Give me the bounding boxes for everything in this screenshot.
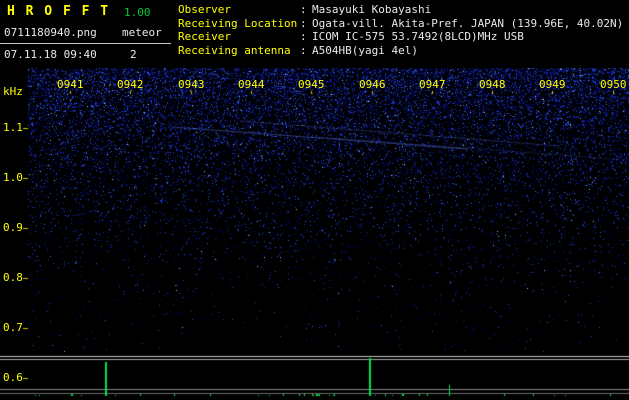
station-info: Observer: Masayuki Kobayashi Receiving Lo… xyxy=(178,3,623,57)
x-axis-tick-label: 0948 xyxy=(479,78,506,91)
info-row-receiver: Receiver: ICOM IC-575 53.7492(8LCD)MHz US… xyxy=(178,30,623,44)
info-colon: : xyxy=(300,43,307,57)
mode-label: meteor xyxy=(122,26,162,39)
info-value: Masayuki Kobayashi xyxy=(312,3,432,16)
info-label: Receiving Location xyxy=(178,16,298,30)
y-axis-unit-label: kHz xyxy=(3,85,23,98)
x-axis-tick-label: 0950 xyxy=(600,78,627,91)
x-axis-tick-label: 0943 xyxy=(178,78,205,91)
info-label: Observer xyxy=(178,3,231,16)
x-axis-tick-label: 0947 xyxy=(419,78,446,91)
info-row-antenna: Receiving antenna: A504HB(yagi 4el) xyxy=(178,44,623,58)
info-row-location: Receiving Location: Ogata-vill. Akita-Pre… xyxy=(178,17,623,31)
header-divider xyxy=(0,43,171,44)
x-axis-tick-label: 0942 xyxy=(117,78,144,91)
app-title: H R O F F T xyxy=(7,4,110,19)
datetime-label: 07.11.18 09:40 xyxy=(4,48,97,61)
x-axis-tick-label: 0946 xyxy=(359,78,386,91)
x-axis-tick-label: 0945 xyxy=(298,78,325,91)
info-colon: : xyxy=(300,30,307,43)
info-value: A504HB(yagi 4el) xyxy=(312,43,418,57)
header-bar: H R O F F T 1.00 0711180940.png meteor 0… xyxy=(0,0,629,68)
x-axis-tick-label: 0949 xyxy=(539,78,566,91)
y-axis-tick-label: 0.9 xyxy=(3,221,23,234)
info-row-observer: Observer: Masayuki Kobayashi xyxy=(178,3,623,17)
info-label: Receiving antenna xyxy=(178,43,291,57)
x-axis-tick-label: 0944 xyxy=(238,78,265,91)
output-filename: 0711180940.png xyxy=(4,26,97,39)
y-axis-tick-label: 0.8 xyxy=(3,271,23,284)
info-colon: : xyxy=(300,3,307,16)
info-value: Ogata-vill. Akita-Pref. JAPAN (139.96E, … xyxy=(312,16,624,30)
y-axis-tick-label: 0.6 xyxy=(3,371,23,384)
app-version: 1.00 xyxy=(124,6,151,19)
y-axis-tick-label: 1.1 xyxy=(3,121,23,134)
info-value: ICOM IC-575 53.7492(8LCD)MHz USB xyxy=(312,30,524,43)
y-axis-tick-label: 1.0 xyxy=(3,171,23,184)
hrofft-screen: H R O F F T 1.00 0711180940.png meteor 0… xyxy=(0,0,629,400)
y-axis-tick-label: 0.7 xyxy=(3,321,23,334)
meteor-count: 2 xyxy=(130,48,137,61)
x-axis-tick-label: 0941 xyxy=(57,78,84,91)
info-colon: : xyxy=(300,16,307,30)
info-label: Receiver xyxy=(178,30,231,43)
